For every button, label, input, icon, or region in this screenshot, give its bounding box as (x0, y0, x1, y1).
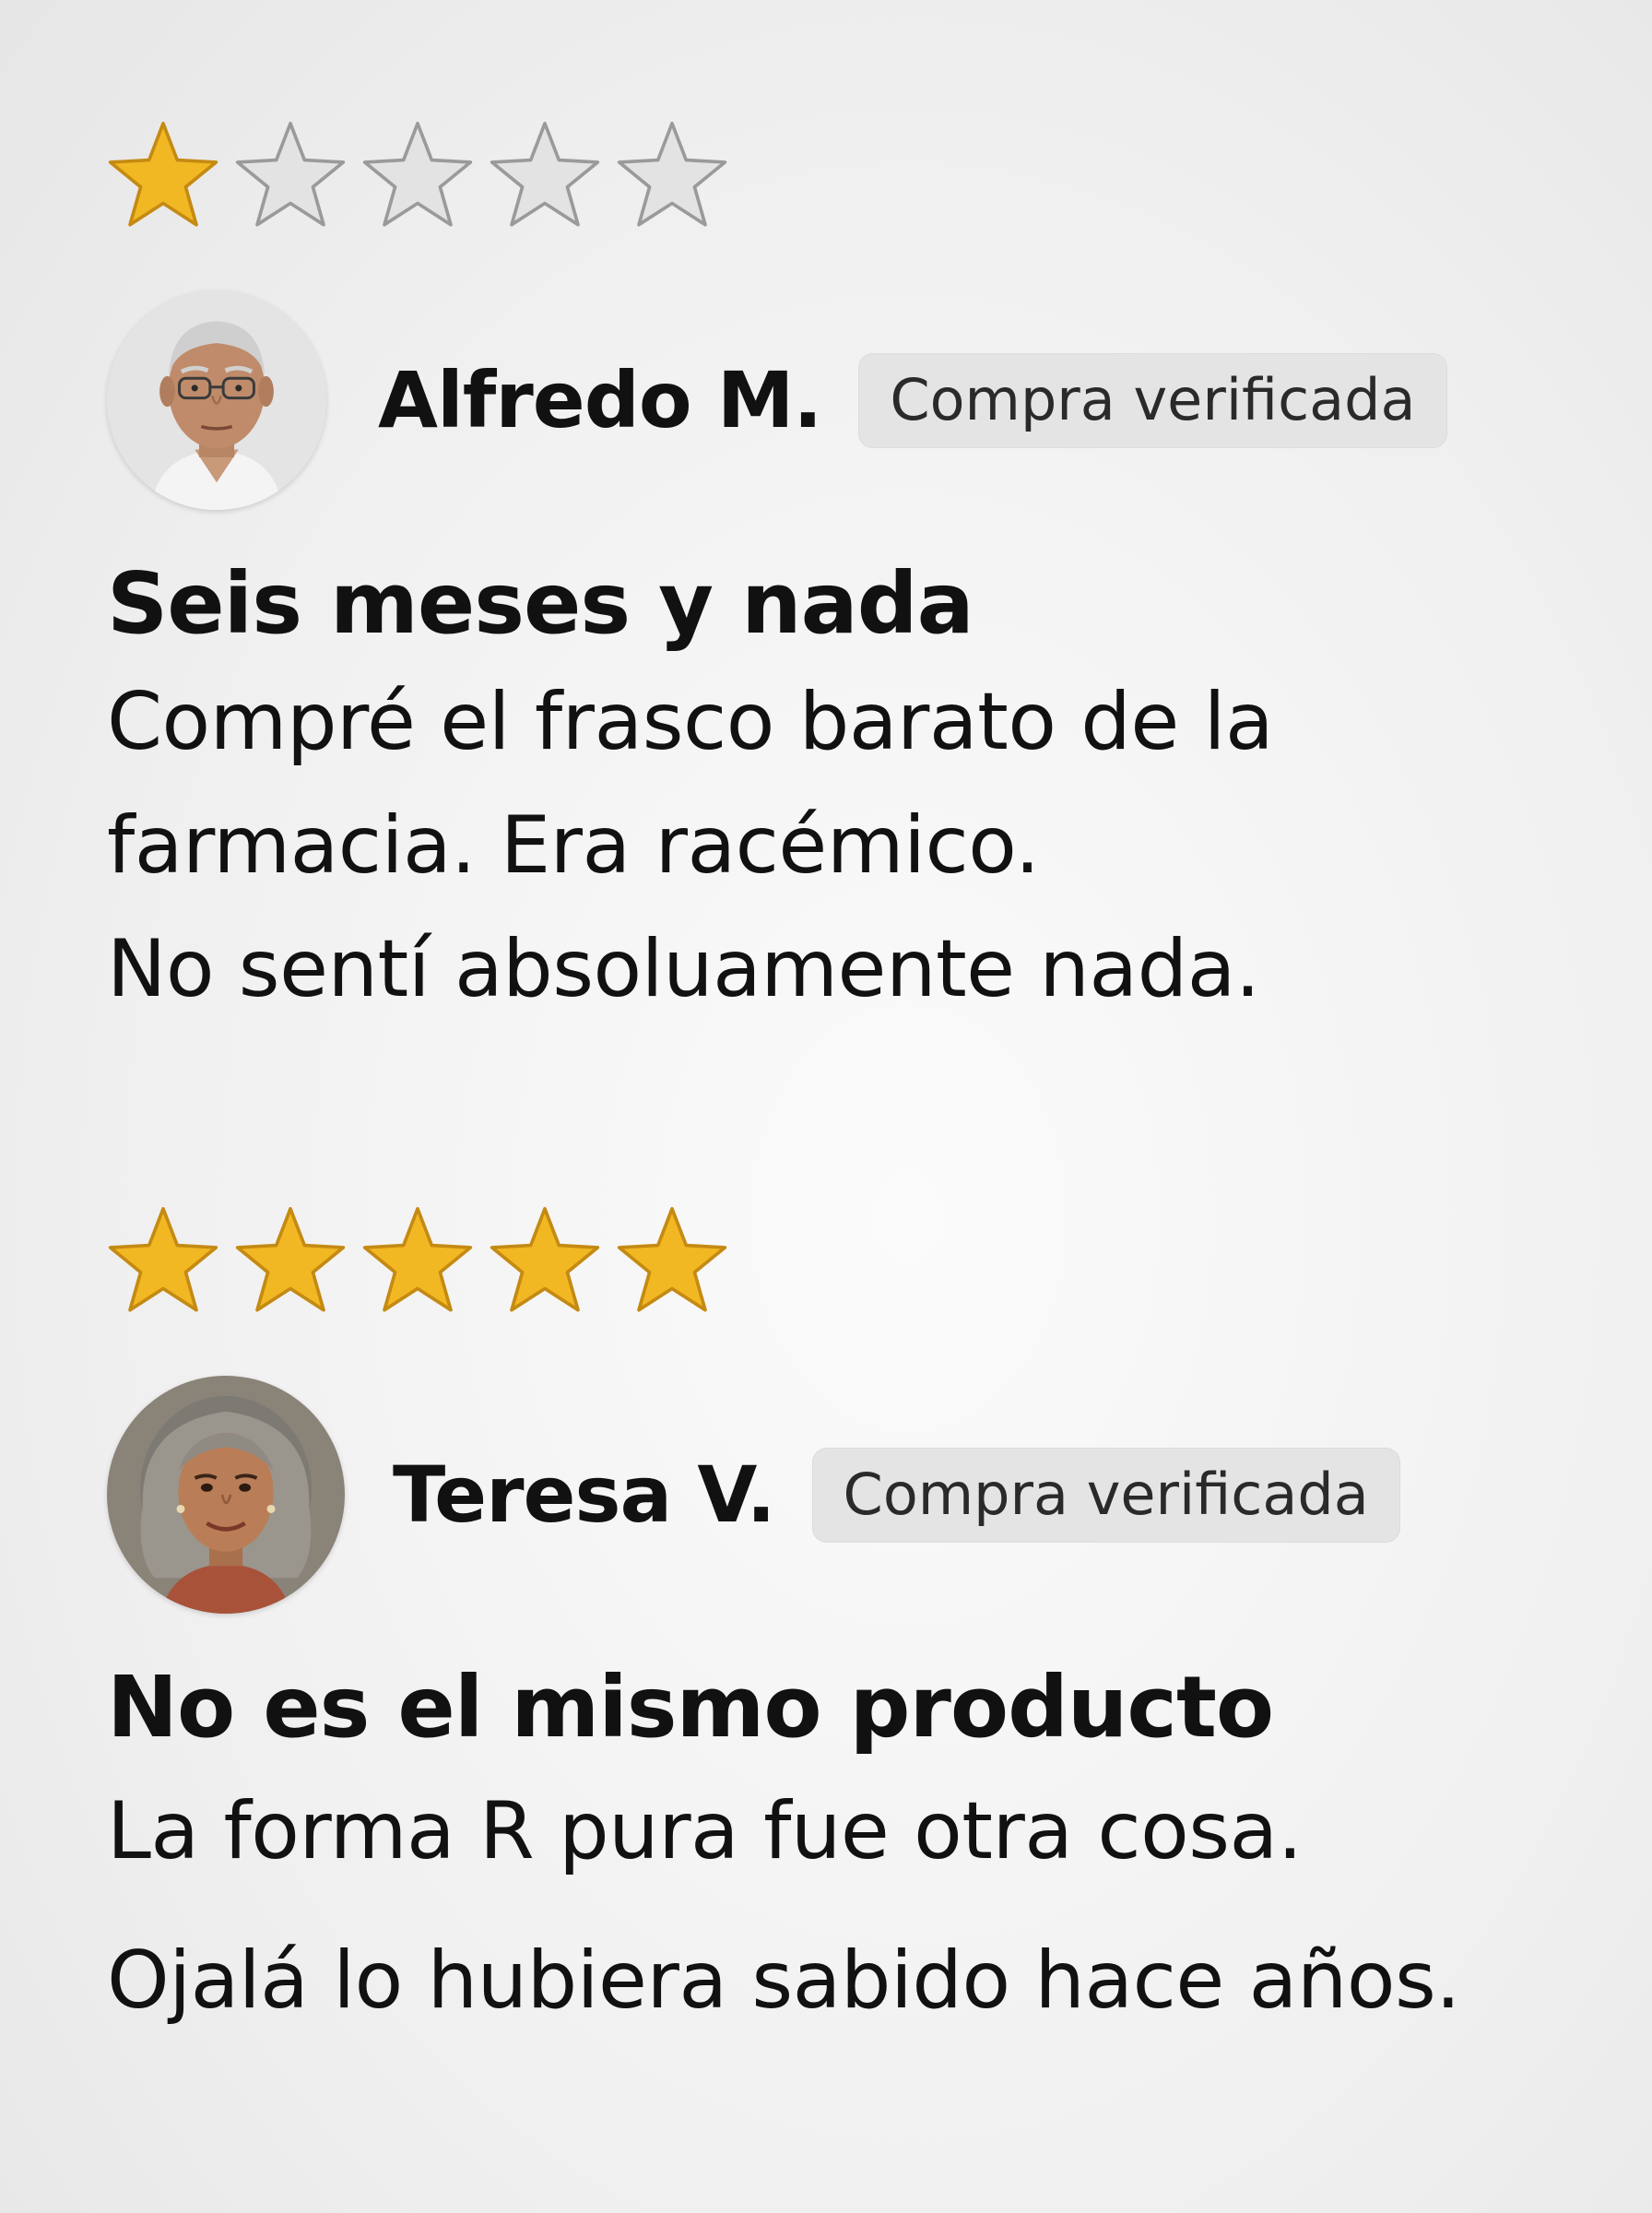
review-body-line: No sentí absoluamente nada. (107, 923, 1260, 1015)
star-empty-icon (361, 119, 474, 231)
review-title: Seis meses y nada (107, 554, 974, 653)
avatar (107, 1376, 345, 1614)
star-rating (107, 1201, 1582, 1320)
review-body: La forma R pura fue otra cosa. Ojalá lo … (107, 1757, 1582, 2055)
reviewer-name: Alfredo M. (378, 355, 822, 445)
review-title: No es el mismo producto (107, 1658, 1274, 1757)
avatar (107, 290, 326, 510)
star-filled-icon (107, 1204, 219, 1317)
star-filled-icon (107, 119, 219, 231)
star-filled-icon (361, 1204, 474, 1317)
avatar-man-image (107, 290, 326, 510)
star-rating (107, 115, 1582, 235)
review-card: Teresa V. Compra verificada No es el mis… (107, 1201, 1582, 2055)
star-empty-icon (489, 119, 601, 231)
reviewer-row: Alfredo M. Compra verificada (107, 290, 1582, 510)
review-body-line: La forma R pura fue otra cosa. (107, 1785, 1303, 1877)
star-filled-icon (489, 1204, 601, 1317)
review-body-line: Ojalá lo hubiera sabido hace años. (107, 1935, 1461, 2027)
review-body-line: farmacia. Era racémico. (107, 799, 1040, 892)
review-card: Alfredo M. Compra verificada Seis meses … (107, 115, 1582, 1031)
reviewer-name: Teresa V. (393, 1450, 776, 1540)
star-filled-icon (234, 1204, 347, 1317)
reviewer-row: Teresa V. Compra verificada (107, 1376, 1582, 1614)
star-empty-icon (616, 119, 728, 231)
review-body-line: Compré el frasco barato de la (107, 676, 1274, 768)
star-filled-icon (616, 1204, 728, 1317)
verified-purchase-badge: Compra verificada (858, 352, 1447, 448)
avatar-woman-image (107, 1376, 345, 1614)
verified-purchase-badge: Compra verificada (811, 1447, 1400, 1543)
star-empty-icon (234, 119, 347, 231)
review-body: Compré el frasco barato de la farmacia. … (107, 660, 1582, 1031)
